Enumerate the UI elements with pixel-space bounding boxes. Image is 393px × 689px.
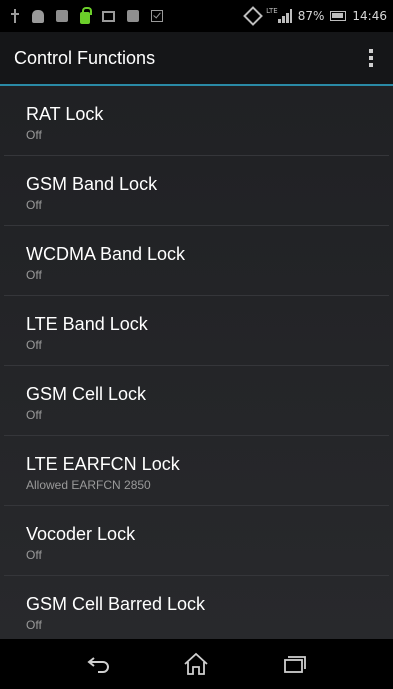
action-bar: Control Functions [0,32,393,86]
pref-title: GSM Cell Barred Lock [26,594,206,614]
pref-summary: Off [26,268,42,282]
pref-summary: Allowed EARFCN 2850 [26,478,151,492]
pref-rat-lock[interactable]: RAT Lock Off [4,86,389,156]
battery-percent: 87% [297,9,325,23]
lock-icon [80,6,92,24]
network-type-label: LTE [266,7,278,15]
pref-title: WCDMA Band Lock [26,244,186,264]
pref-summary: Off [26,618,42,632]
pref-lte-band-lock[interactable]: LTE Band Lock Off [4,296,389,366]
image-icon [102,10,115,22]
pref-summary: Off [26,408,42,422]
pref-wcdma-band-lock[interactable]: WCDMA Band Lock Off [4,226,389,296]
battery-icon [330,11,347,21]
signal-icon [277,9,292,23]
notification-icons [10,6,163,24]
pref-vocoder-lock[interactable]: Vocoder Lock Off [4,506,389,576]
navigation-bar [0,639,393,689]
pref-gsm-band-lock[interactable]: GSM Band Lock Off [4,156,389,226]
pref-summary: Off [26,198,42,212]
app-notification-icon-2 [127,10,139,22]
pref-summary: Off [26,548,42,562]
pref-summary: Off [26,128,42,142]
overflow-menu-icon[interactable] [361,44,381,72]
checkbox-icon [151,10,163,22]
system-icons: LTE 87% 14:46 [243,6,387,26]
pref-title: GSM Band Lock [26,174,158,194]
pref-title: RAT Lock [26,104,104,124]
back-icon[interactable] [84,651,114,677]
pref-title: Vocoder Lock [26,524,136,544]
status-bar: LTE 87% 14:46 [0,0,393,32]
pref-title: GSM Cell Lock [26,384,147,404]
pref-title: LTE EARFCN Lock [26,454,180,474]
vibrate-icon [243,6,263,26]
pref-gsm-cell-barred-lock[interactable]: GSM Cell Barred Lock Off [4,576,389,639]
clock: 14:46 [352,9,387,23]
preference-list: RAT Lock Off GSM Band Lock Off WCDMA Ban… [0,86,393,639]
android-debug-icon [32,9,44,23]
recent-apps-icon[interactable] [279,651,309,677]
usb-icon [10,9,20,23]
page-title: Control Functions [14,47,156,68]
home-icon[interactable] [181,651,211,677]
pref-gsm-cell-lock[interactable]: GSM Cell Lock Off [4,366,389,436]
pref-title: LTE Band Lock [26,314,148,334]
pref-lte-earfcn-lock[interactable]: LTE EARFCN Lock Allowed EARFCN 2850 [4,436,389,506]
pref-summary: Off [26,338,42,352]
app-notification-icon [56,10,68,22]
